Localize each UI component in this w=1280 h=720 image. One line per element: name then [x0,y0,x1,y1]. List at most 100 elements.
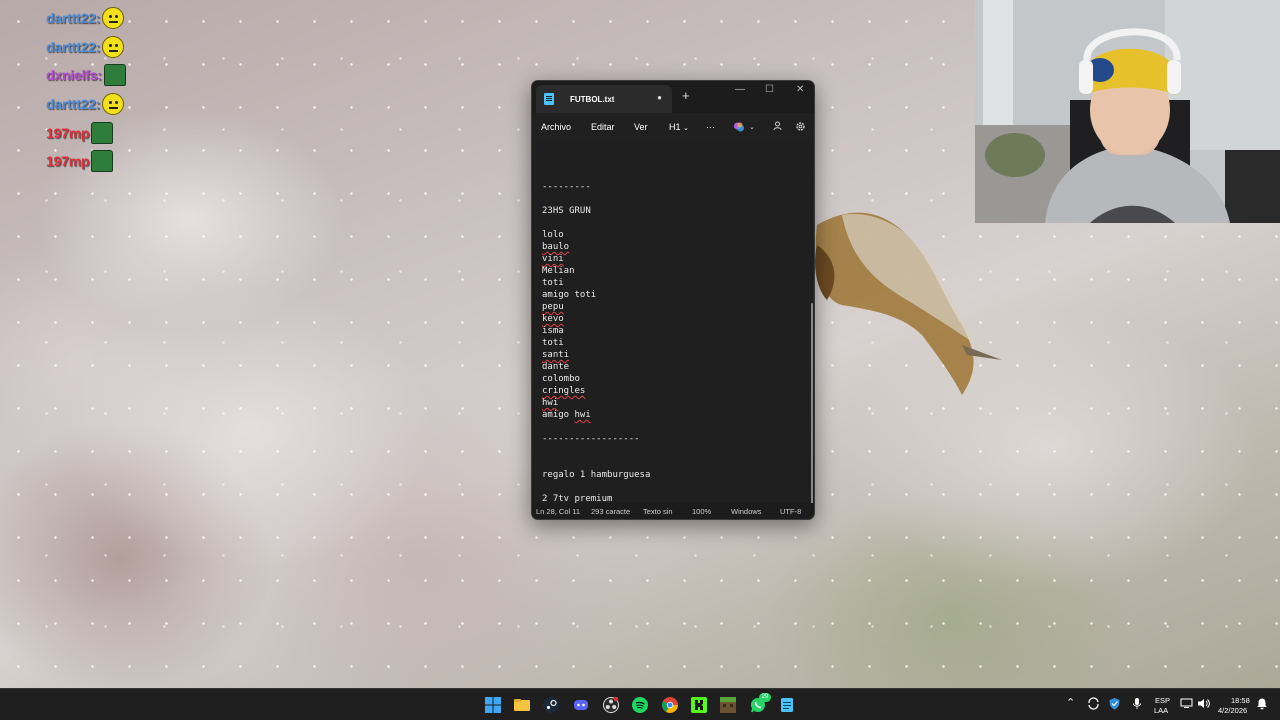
menu-bar: Archivo Editar Ver H1 ⌄ ··· ⌄ [532,113,814,141]
maximize-button[interactable]: ☐ [765,84,774,95]
minecraft-icon[interactable] [720,697,736,713]
chat-username: 197mp [46,124,90,141]
encoding[interactable]: UTF-8 [780,507,801,516]
text-line: --------- [542,182,591,192]
text-line [542,481,650,493]
text-line [542,217,650,229]
chat-username: darttt22: [46,96,101,113]
account-icon[interactable] [773,121,782,134]
notepad-taskbar-icon[interactable] [779,697,795,713]
text-line: colombo [542,374,580,384]
green-emote [91,121,114,144]
close-button[interactable]: ✕ [796,84,804,95]
text-line: isma [542,326,564,336]
chat-message: 197mp [46,118,166,147]
text-line [542,421,650,433]
taskbar: 29 ⌃ ESP LAA 18:58 4/2/2026 [0,688,1280,720]
text-line: cringles [542,386,586,396]
text-line: amigo toti [542,290,597,300]
smiley-emote [102,7,125,30]
text-line: dante [542,362,570,372]
language-top[interactable]: ESP [1155,696,1170,705]
clock-date[interactable]: 4/2/2026 [1218,706,1247,715]
text-line: lolo [542,230,564,240]
text-line: vini [542,254,564,264]
chrome-icon[interactable] [662,697,678,713]
chat-username: 197mp [46,153,90,170]
text-line: kevo [542,314,564,324]
smiley-emote [102,93,125,116]
vertical-scrollbar[interactable] [811,303,813,519]
chat-message: 197mp [46,147,166,176]
chevron-down-icon: ⌄ [683,125,689,132]
whatsapp-badge: 29 [759,693,771,702]
text-editor[interactable]: --------- 23HS GRUN lolo baulo vini Melian tot… [532,141,814,519]
copilot-chevron-icon[interactable]: ⌄ [749,123,755,131]
green-emote [103,64,126,87]
text-line: toti [542,338,564,348]
stream-chat-overlay: darttt22: darttt22: dxnielfs: darttt22: 197m… [46,4,166,176]
chat-username: darttt22: [46,10,101,27]
tab-futbol[interactable]: FUTBOL.txt ● [536,85,672,113]
text-line: santi [542,350,570,360]
defender-shield-icon[interactable] [1108,697,1124,713]
text-line: hwi [542,398,559,408]
text-line: baulo [542,242,570,252]
network-icon[interactable] [1180,697,1196,713]
chat-message: dxnielfs: [46,61,166,90]
menu-ver[interactable]: Ver [634,122,648,132]
new-tab-button[interactable]: + [682,88,690,103]
text-line: 23HS GRUN [542,206,591,216]
spotify-icon[interactable] [632,697,648,713]
menu-archivo[interactable]: Archivo [541,122,571,132]
character-count: 293 caracte [591,507,631,516]
chat-username: darttt22: [46,38,101,55]
chat-message: darttt22: [46,90,166,119]
settings-gear-icon[interactable] [795,121,806,135]
text-line: regalo 1 hamburguesa [542,470,651,480]
kick-icon[interactable] [691,697,707,713]
text-line: Melian [542,266,575,276]
text-line: ------------------ [542,434,640,444]
volume-icon[interactable] [1197,697,1213,713]
sync-icon[interactable] [1087,697,1103,713]
text-line [542,457,650,469]
cursor-position: Ln 28, Col 11 [536,507,581,516]
text-line: amigo hwi [542,410,591,420]
notepad-window[interactable]: FUTBOL.txt ● + — ☐ ✕ Archivo Editar Ver … [531,80,815,520]
status-bar: Ln 28, Col 11 293 caracte Texto sin 100%… [532,503,814,519]
title-bar[interactable]: FUTBOL.txt ● + — ☐ ✕ [532,81,814,113]
line-ending[interactable]: Windows [731,507,761,516]
text-line [542,445,650,457]
notification-bell-icon[interactable] [1256,697,1272,713]
more-options-button[interactable]: ··· [706,122,715,132]
text-line: pepu [542,302,564,312]
green-emote [91,150,114,173]
menu-editar[interactable]: Editar [591,122,615,132]
microphone-icon[interactable] [1131,697,1147,713]
minimize-button[interactable]: — [735,84,745,95]
unsaved-dot-icon[interactable]: ● [657,93,662,102]
language-bottom[interactable]: LAA [1154,706,1168,715]
discord-icon[interactable] [573,697,589,713]
chat-message: darttt22: [46,4,166,33]
file-explorer-icon[interactable] [514,697,530,713]
steam-icon[interactable] [543,697,559,713]
copilot-icon[interactable] [733,121,745,136]
webcam-feed [975,0,1280,223]
smiley-emote [102,35,125,58]
notepad-icon [544,93,554,105]
chat-username: dxnielfs: [46,67,102,84]
editor-lines: --------- 23HS GRUN lolo baulo vini Melian tot… [542,181,650,505]
hawk-image [815,212,1002,395]
clock-time[interactable]: 18:58 [1231,696,1250,705]
heading-dropdown[interactable]: H1 ⌄ [669,122,689,132]
text-line: toti [542,278,564,288]
tab-title: FUTBOL.txt [570,94,615,104]
zoom-level[interactable]: 100% [692,507,711,516]
windows-start-icon[interactable] [485,697,501,713]
text-format[interactable]: Texto sin [643,507,673,516]
obs-icon[interactable] [603,696,619,713]
chat-message: darttt22: [46,33,166,62]
tray-overflow-chevron-icon[interactable]: ⌃ [1066,696,1082,712]
